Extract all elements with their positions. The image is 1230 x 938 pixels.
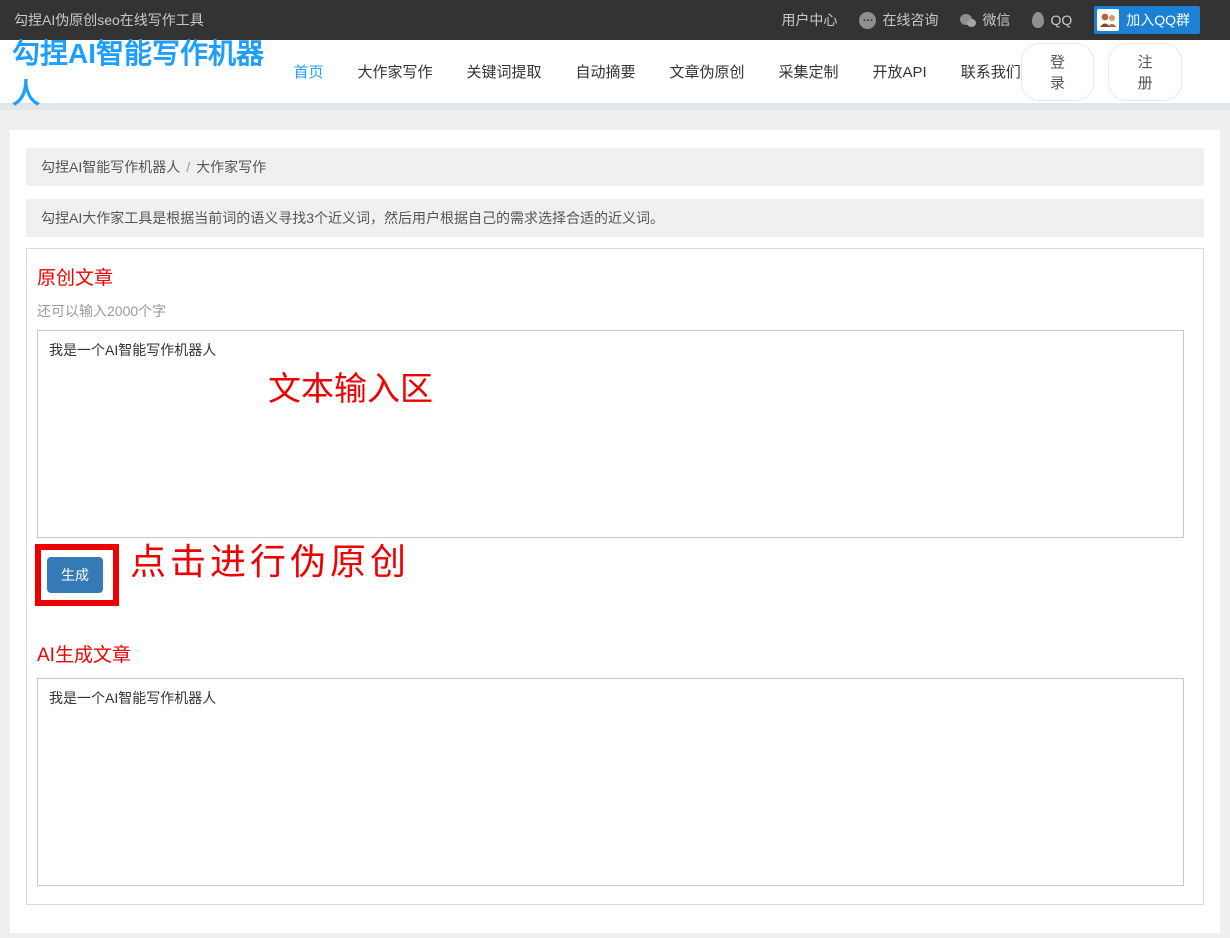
original-article-title: 原创文章: [37, 263, 1193, 290]
wechat-link[interactable]: 微信: [960, 10, 1010, 30]
site-logo[interactable]: 勾捏AI智能写作机器人: [12, 32, 271, 112]
qq-group-people-icon: [1097, 9, 1119, 31]
nav-item-pseudo-original[interactable]: 文章伪原创: [670, 61, 745, 82]
auth-buttons: 登录 注册: [1021, 43, 1182, 101]
breadcrumb-separator: /: [186, 159, 190, 175]
original-article-textarea[interactable]: 我是一个AI智能写作机器人: [37, 330, 1184, 538]
generate-button-highlight-box: 生成: [35, 544, 119, 606]
user-center-label: 用户中心: [781, 10, 837, 30]
nav-item-open-api[interactable]: 开放API: [873, 61, 927, 82]
content-container: 勾捏AI智能写作机器人 / 大作家写作 勾捏AI大作家工具是根据当前词的语义寻找3个…: [10, 130, 1220, 933]
login-button[interactable]: 登录: [1021, 43, 1095, 101]
ai-article-title: AI生成文章: [37, 640, 1193, 667]
join-qq-group-label: 加入QQ群: [1126, 10, 1190, 30]
register-button[interactable]: 注册: [1108, 43, 1182, 101]
nav-item-keyword-extract[interactable]: 关键词提取: [466, 61, 541, 82]
tool-description-bar: 勾捏AI大作家工具是根据当前词的语义寻找3个近义词，然后用户根据自己的需求选择合…: [26, 199, 1204, 237]
join-qq-group-button[interactable]: 加入QQ群: [1094, 6, 1200, 34]
wechat-label: 微信: [982, 10, 1010, 30]
site-header: 勾捏AI智能写作机器人 首页 大作家写作 关键词提取 自动摘要 文章伪原创 采集…: [0, 40, 1230, 110]
chat-bubble-icon: …: [859, 12, 876, 29]
qq-label: QQ: [1050, 12, 1072, 28]
breadcrumb-current: 大作家写作: [196, 159, 266, 175]
nav-item-contact-us[interactable]: 联系我们: [961, 61, 1021, 82]
main-nav: 首页 大作家写作 关键词提取 自动摘要 文章伪原创 采集定制 开放API 联系我…: [293, 61, 1020, 82]
nav-item-collection-custom[interactable]: 采集定制: [779, 61, 839, 82]
nav-item-writer[interactable]: 大作家写作: [357, 61, 432, 82]
qq-penguin-icon: [1032, 12, 1044, 28]
nav-item-auto-summary[interactable]: 自动摘要: [576, 61, 636, 82]
annotation-click-to-generate: 点击进行伪原创: [130, 533, 410, 585]
breadcrumb-root[interactable]: 勾捏AI智能写作机器人: [41, 159, 180, 175]
topbar-right: 用户中心 … 在线咨询 微信 QQ 加入QQ群: [781, 6, 1216, 34]
nav-item-home[interactable]: 首页: [293, 61, 323, 82]
wechat-icon: [960, 14, 976, 27]
page-body: 勾捏AI智能写作机器人 / 大作家写作 勾捏AI大作家工具是根据当前词的语义寻找3个…: [0, 110, 1230, 938]
qq-link[interactable]: QQ: [1032, 12, 1072, 28]
user-center-link[interactable]: 用户中心: [781, 10, 837, 30]
site-title: 勾捏AI伪原创seo在线写作工具: [14, 10, 204, 30]
breadcrumb: 勾捏AI智能写作机器人 / 大作家写作: [26, 148, 1204, 186]
ai-generated-textarea[interactable]: 我是一个AI智能写作机器人: [37, 678, 1184, 886]
online-consult-link[interactable]: … 在线咨询: [859, 10, 938, 30]
online-consult-label: 在线咨询: [882, 10, 938, 30]
writing-tool-panel: 原创文章 还可以输入2000个字 我是一个AI智能写作机器人 生成 AI生成文章…: [26, 248, 1204, 905]
generate-button[interactable]: 生成: [47, 557, 103, 593]
remaining-chars-hint: 还可以输入2000个字: [37, 301, 1193, 321]
